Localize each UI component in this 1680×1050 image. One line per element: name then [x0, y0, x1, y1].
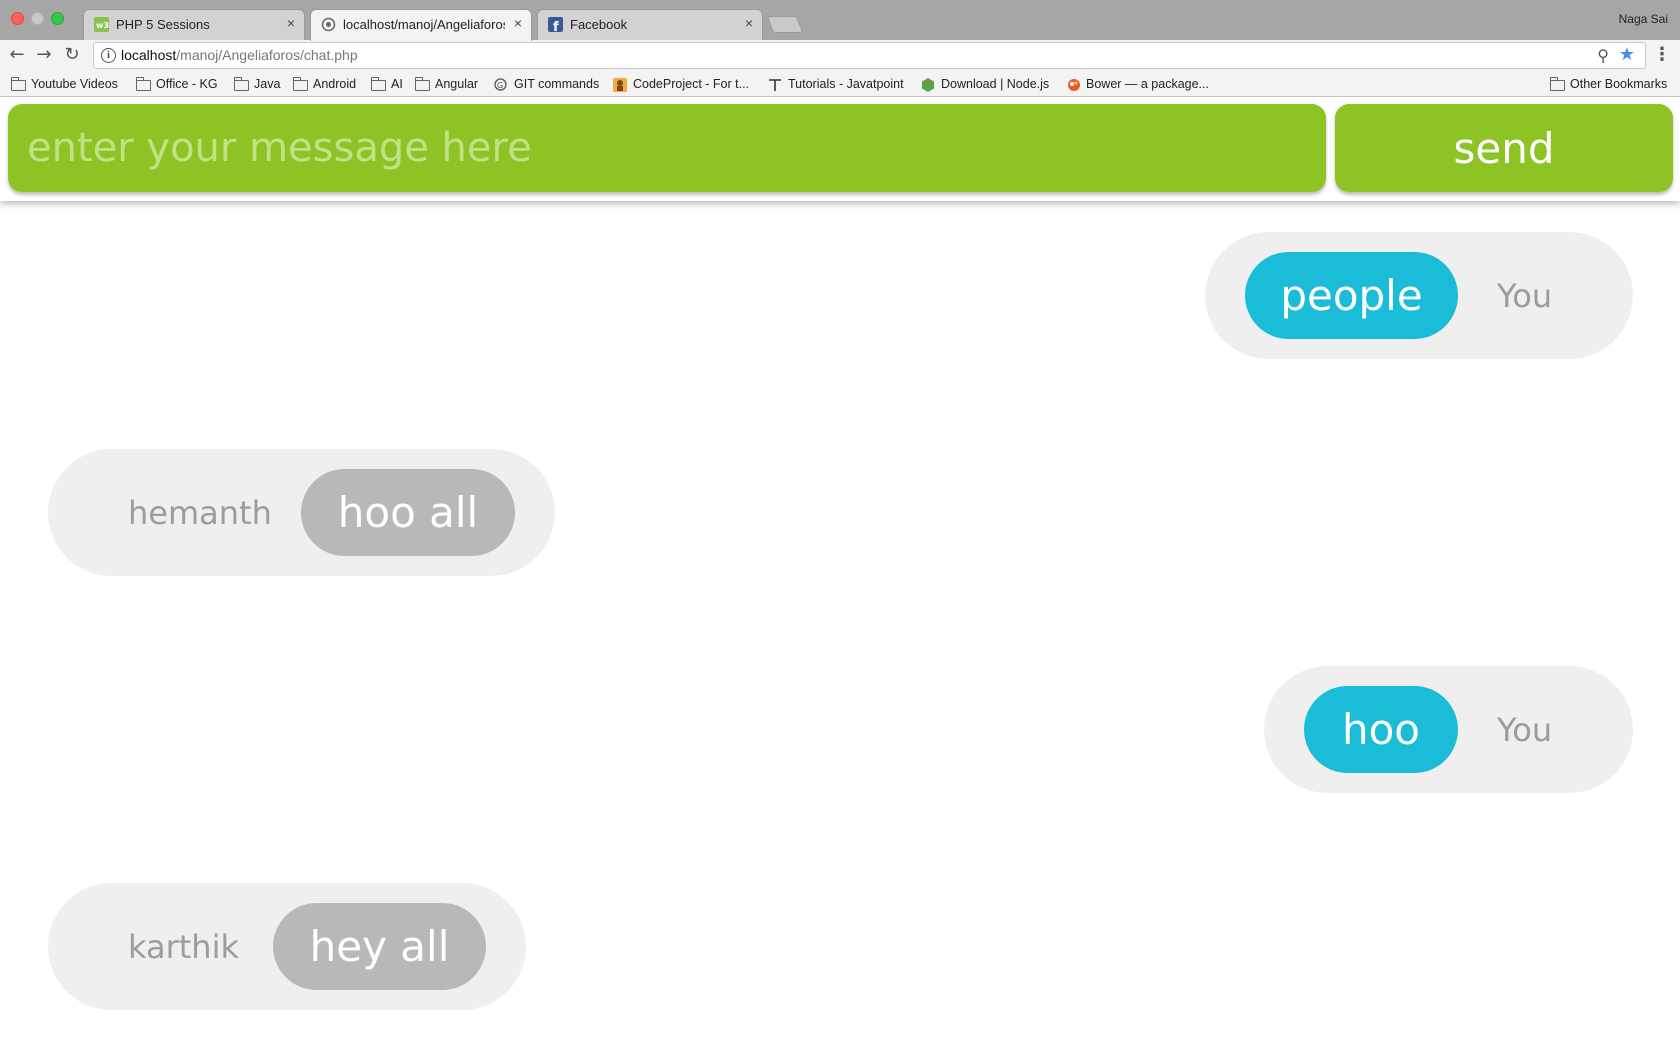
message-bubble: hoo [1304, 686, 1458, 773]
tab-chat-page[interactable]: localhost/manoj/Angeliaforos/c × [310, 9, 532, 41]
message-input[interactable] [8, 104, 1326, 192]
folder-icon [234, 76, 249, 91]
bookmark-nodejs[interactable]: Download | Node.js [921, 75, 1049, 93]
folder-icon [136, 76, 151, 91]
tab-php-sessions[interactable]: w3 PHP 5 Sessions × [83, 9, 305, 40]
javatpoint-icon [768, 78, 783, 91]
folder-icon [415, 76, 430, 91]
folder-icon [293, 76, 308, 91]
message-bubble: people [1245, 252, 1458, 339]
svg-text:G: G [497, 81, 503, 90]
message-sender: hemanth [128, 493, 272, 532]
svg-text:w3: w3 [96, 21, 109, 30]
bookmark-codeproject[interactable]: CodeProject - For t... [613, 75, 749, 93]
message-sender: You [1497, 276, 1553, 315]
codeproject-icon [613, 77, 628, 92]
bookmark-git-commands[interactable]: G GIT commands [494, 75, 599, 93]
svg-text:f: f [553, 20, 559, 32]
chat-message-row: people You [1205, 232, 1633, 359]
bookmark-android[interactable]: Android [293, 75, 356, 93]
tab-close-icon[interactable]: × [745, 15, 753, 31]
tab-close-icon[interactable]: × [514, 15, 522, 31]
facebook-icon: f [548, 17, 563, 35]
chat-message-row: karthik hey all [48, 883, 526, 1010]
folder-icon [371, 76, 386, 91]
tab-title: localhost/manoj/Angeliaforos/c [343, 17, 505, 32]
message-bubble: hoo all [301, 469, 515, 556]
url-text[interactable]: localhost/manoj/Angeliaforos/chat.php [121, 47, 358, 63]
bookmark-java[interactable]: Java [234, 75, 280, 93]
bower-icon [1066, 78, 1081, 91]
forward-arrow-icon[interactable]: → [33, 44, 55, 66]
tab-close-icon[interactable]: × [287, 15, 295, 31]
nodejs-icon [921, 77, 936, 92]
browser-titlebar: w3 PHP 5 Sessions × localhost/manoj/Ange… [0, 0, 1680, 41]
message-composer: send [0, 97, 1680, 201]
bookmark-office-kg[interactable]: Office - KG [136, 75, 218, 93]
close-window-icon[interactable] [11, 12, 24, 25]
star-icon[interactable]: ★ [1619, 44, 1635, 65]
browser-toolbar: ← → ↻ i localhost/manoj/Angeliaforos/cha… [0, 40, 1680, 71]
zoom-window-icon[interactable] [51, 12, 64, 25]
back-arrow-icon[interactable]: ← [6, 44, 28, 66]
zoom-icon[interactable]: ⚲ [1597, 46, 1609, 65]
menu-icon[interactable]: ⋮ [1653, 44, 1671, 65]
reload-icon[interactable]: ↻ [61, 44, 83, 66]
minimize-window-icon[interactable] [31, 12, 44, 25]
message-sender: karthik [128, 927, 239, 966]
message-sender: You [1497, 710, 1553, 749]
tab-title: Facebook [570, 17, 628, 32]
folder-icon [1550, 76, 1565, 91]
tab-title: PHP 5 Sessions [116, 17, 210, 32]
profile-name[interactable]: Naga Sai [1619, 12, 1668, 26]
send-button[interactable]: send [1335, 104, 1673, 192]
tab-facebook[interactable]: f Facebook × [537, 9, 763, 40]
bookmarks-bar: Youtube Videos Office - KG Java Android … [0, 71, 1680, 97]
bookmark-angular[interactable]: Angular [415, 75, 478, 93]
new-tab-button[interactable] [766, 16, 804, 33]
chat-message-row: hoo You [1264, 666, 1633, 793]
info-icon[interactable]: i [101, 48, 116, 63]
folder-icon [11, 76, 26, 91]
bookmark-bower[interactable]: Bower — a package... [1066, 75, 1209, 93]
message-bubble: hey all [273, 903, 486, 990]
bookmark-ai[interactable]: AI [371, 75, 403, 93]
address-bar[interactable]: i localhost/manoj/Angeliaforos/chat.php … [93, 42, 1646, 69]
w3schools-icon: w3 [94, 17, 109, 32]
bookmark-other-bookmarks[interactable]: Other Bookmarks [1550, 75, 1667, 93]
bookmark-youtube-videos[interactable]: Youtube Videos [11, 75, 118, 93]
bookmark-javatpoint[interactable]: Tutorials - Javatpoint [768, 75, 904, 93]
chat-page: send people You hemanth hoo all hoo You … [0, 97, 1680, 1050]
page-loading-icon [321, 17, 336, 32]
git-icon: G [494, 77, 509, 91]
chat-message-row: hemanth hoo all [48, 449, 555, 576]
